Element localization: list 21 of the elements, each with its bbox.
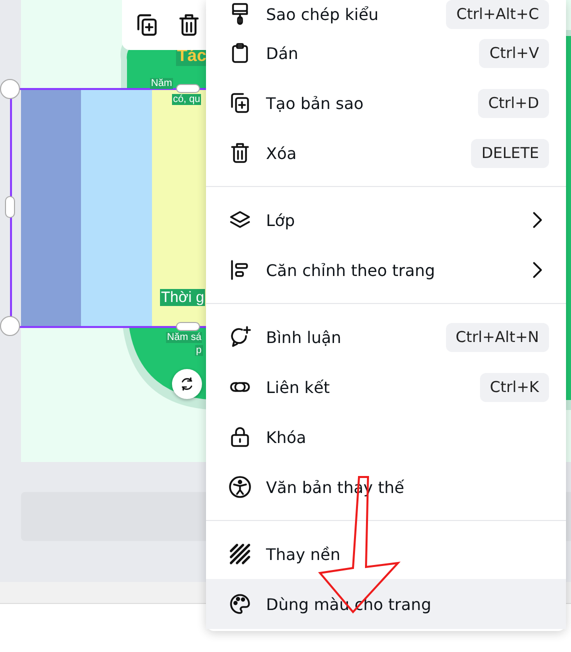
menu-item[interactable]: Thay nền: [206, 529, 566, 579]
design-text: có, qu: [172, 94, 202, 105]
shortcut-badge: Ctrl+K: [480, 372, 549, 402]
design-text: Năm: [150, 78, 174, 89]
menu-item[interactable]: Liên kết Ctrl+K: [206, 362, 566, 412]
shortcut-badge: Ctrl+D: [478, 88, 549, 118]
menu-item[interactable]: Khóa: [206, 412, 566, 462]
menu-item[interactable]: Sao chép kiểu Ctrl+Alt+C: [206, 0, 566, 28]
menu-item[interactable]: Căn chỉnh theo trang: [206, 245, 566, 295]
shortcut-badge: Ctrl+Alt+C: [446, 0, 549, 28]
menu-item[interactable]: Tạo bản sao Ctrl+D: [206, 78, 566, 128]
menu-item[interactable]: Dán Ctrl+V: [206, 28, 566, 78]
menu-item[interactable]: Xóa DELETE: [206, 128, 566, 178]
shortcut-badge: Ctrl+V: [479, 38, 549, 68]
design-text: Thời g: [160, 289, 206, 306]
design-text: p: [195, 345, 203, 356]
menu-item[interactable]: Lớp: [206, 195, 566, 245]
shortcut-badge: Ctrl+Alt+N: [446, 322, 549, 352]
menu-item[interactable]: Bình luận Ctrl+Alt+N: [206, 312, 566, 362]
design-text: Năm sá: [166, 332, 202, 343]
shortcut-badge: DELETE: [471, 138, 549, 168]
